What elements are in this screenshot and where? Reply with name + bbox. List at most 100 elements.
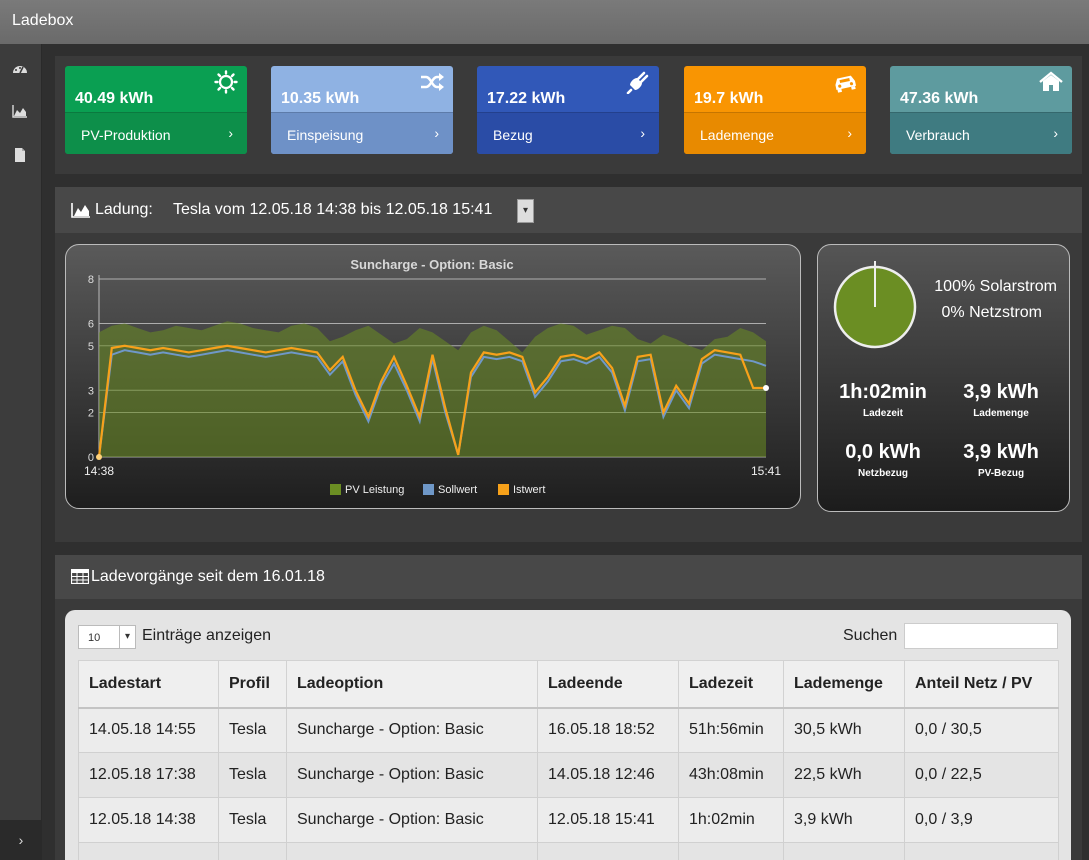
area-chart-icon [71, 203, 90, 218]
tile-verbrauch[interactable]: 47.36 kWh Verbrauch › [890, 66, 1072, 154]
car-icon [835, 75, 857, 93]
cell-ladezeit: 51h:56min [678, 707, 784, 753]
app-title[interactable]: Ladebox [12, 12, 73, 30]
legend-swatch [498, 484, 509, 495]
chevron-down-icon: ▾ [119, 626, 135, 648]
column-header-ladestart[interactable]: Ladestart [78, 660, 219, 709]
cell-anteil: 0,0 / 22,5 [904, 752, 1059, 798]
tile-footer[interactable]: Verbrauch › [890, 112, 1072, 154]
sessions-title: Ladevorgänge seit dem 16.01.18 [91, 568, 325, 585]
tile-label: Verbrauch [906, 127, 970, 143]
stat-lademenge: 3,9 kWh Lademenge [946, 381, 1056, 419]
page-length-value: 10 [88, 632, 101, 644]
cell-profil: Tesla [218, 797, 287, 843]
dashboard-icon[interactable] [11, 60, 29, 78]
cell-ladeoption: Suncharge - Option: Basic [286, 707, 538, 753]
ladung-panel: Ladung: Tesla vom 12.05.18 14:38 bis 12.… [55, 187, 1082, 542]
column-header-anteil[interactable]: Anteil Netz / PV [904, 660, 1059, 709]
ladung-panel-header: Ladung: Tesla vom 12.05.18 14:38 bis 12.… [55, 187, 1082, 233]
legend-swatch [423, 484, 434, 495]
chevron-right-icon: › [1053, 125, 1058, 141]
tile-value: 47.36 kWh [900, 90, 979, 107]
tile-footer[interactable]: PV-Produktion › [65, 112, 247, 154]
document-icon[interactable] [11, 146, 29, 164]
sessions-table-container: 10 ▾ Einträge anzeigen Suchen Ladestart … [65, 610, 1071, 860]
tile-footer[interactable]: Lademenge › [684, 112, 866, 154]
table-row[interactable]: 14.05.18 14:55 Tesla Suncharge - Option:… [78, 707, 1059, 753]
stat-label: Ladezeit [862, 408, 903, 419]
cell-ladeoption: Suncharge - Option: Basic [286, 752, 538, 798]
ladung-session-select[interactable]: Tesla vom 12.05.18 14:38 bis 12.05.18 15… [173, 201, 492, 219]
cell-ladeende: 12.05.18 15:41 [537, 797, 679, 843]
stat-pv-bezug: 3,9 kWh PV-Bezug [946, 441, 1056, 479]
cell-lademenge: 30,5 kWh [783, 707, 905, 753]
cell-ladestart: 12.05.18 17:38 [78, 752, 219, 798]
cell-ladezeit: 1h:02min [678, 797, 784, 843]
stat-label: Lademenge [973, 408, 1029, 419]
x-tick-label: 14:38 [84, 464, 114, 478]
stat-value: 0,0 kWh [845, 441, 921, 463]
tile-footer[interactable]: Bezug › [477, 112, 659, 154]
ladung-label: Ladung: [95, 201, 153, 218]
cell-anteil: 0,0 / 30,5 [904, 707, 1059, 753]
cell-lademenge: 22,5 kWh [783, 752, 905, 798]
search-input[interactable] [904, 623, 1058, 649]
column-header-ladezeit[interactable]: Ladezeit [678, 660, 784, 709]
chevron-right-icon: › [434, 125, 439, 141]
tile-label: PV-Produktion [81, 127, 171, 143]
y-tick-label: 6 [88, 319, 94, 331]
data-point [96, 454, 102, 460]
cell-profil: Tesla [218, 752, 287, 798]
column-header-ladeende[interactable]: Ladeende [537, 660, 679, 709]
y-tick-label: 0 [88, 452, 94, 464]
tile-lademenge[interactable]: 19.7 kWh Lademenge › [684, 66, 866, 154]
area-chart-icon[interactable] [11, 102, 29, 120]
sessions-panel: Ladevorgänge seit dem 16.01.18 10 ▾ Eint… [55, 555, 1082, 860]
legend-swatch [330, 484, 341, 495]
tile-footer[interactable]: Einspeisung › [271, 112, 453, 154]
cell-ladeende: 16.05.18 18:52 [537, 707, 679, 753]
legend-label: PV Leistung [345, 484, 404, 496]
tile-value: 19.7 kWh [694, 90, 764, 107]
column-header-lademenge[interactable]: Lademenge [783, 660, 905, 709]
cell-ladestart: 12.05.18 14:38 [78, 797, 219, 843]
sessions-table: Ladestart Profil Ladeoption Ladeende Lad… [78, 660, 1059, 860]
tile-label: Einspeisung [287, 127, 364, 143]
chevron-right-icon: › [640, 125, 645, 141]
solar-share-text: 100% Solarstrom [934, 278, 1057, 295]
grid-share-text: 0% Netzstrom [941, 304, 1042, 321]
shuffle-icon [421, 73, 444, 91]
table-header-row: Ladestart Profil Ladeoption Ladeende Lad… [78, 660, 1059, 709]
stat-value: 3,9 kWh [963, 441, 1039, 463]
cell-profil: Tesla [218, 707, 287, 753]
stat-value: 3,9 kWh [963, 381, 1039, 403]
table-row[interactable] [78, 842, 1059, 860]
chevron-right-icon: › [228, 125, 233, 141]
search-label: Suchen [843, 627, 898, 644]
cell-lademenge: 3,9 kWh [783, 797, 905, 843]
table-row[interactable]: 12.05.18 17:38 Tesla Suncharge - Option:… [78, 752, 1059, 798]
stat-label: Netzbezug [858, 468, 908, 479]
cell-ladestart: 14.05.18 14:55 [78, 707, 219, 753]
stat-ladezeit: 1h:02min Ladezeit [828, 381, 938, 419]
charge-stats: 100% Solarstrom 0% Netzstrom 1h:02min La… [817, 244, 1070, 512]
tile-pv-produktion[interactable]: 40.49 kWh PV-Produktion › [65, 66, 247, 154]
chevron-right-icon: › [847, 125, 852, 141]
column-header-ladeoption[interactable]: Ladeoption [286, 660, 538, 709]
page-length-select[interactable]: 10 ▾ [78, 625, 136, 649]
summary-tiles: 40.49 kWh PV-Produktion › 10.35 kWh Eins… [55, 56, 1082, 174]
chevron-down-icon[interactable]: ▾ [517, 199, 534, 223]
sidebar-toggle-button[interactable]: › [0, 820, 42, 860]
charge-chart: Suncharge - Option: Basic 0 2 3 5 6 8 14:38 1… [65, 244, 801, 509]
top-bar: Ladebox [0, 0, 1089, 44]
cell-ladeoption: Suncharge - Option: Basic [286, 797, 538, 843]
tile-einspeisung[interactable]: 10.35 kWh Einspeisung › [271, 66, 453, 154]
column-header-profil[interactable]: Profil [218, 660, 287, 709]
tile-label: Lademenge [700, 127, 774, 143]
tile-bezug[interactable]: 17.22 kWh Bezug › [477, 66, 659, 154]
sessions-panel-header: Ladevorgänge seit dem 16.01.18 [55, 555, 1082, 599]
table-icon [71, 569, 89, 584]
cell-anteil: 0,0 / 3,9 [904, 797, 1059, 843]
table-row[interactable]: 12.05.18 14:38 Tesla Suncharge - Option:… [78, 797, 1059, 843]
stat-value: 1h:02min [839, 381, 927, 403]
